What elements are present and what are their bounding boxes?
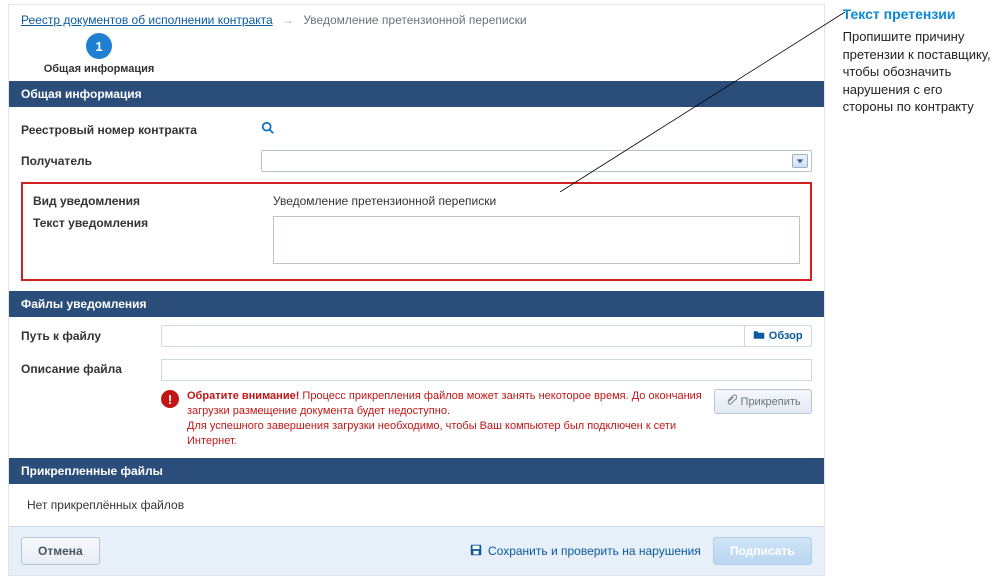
notice-type-value: Уведомление претензионной переписки: [273, 194, 800, 208]
recipient-label: Получатель: [21, 154, 261, 168]
footer-bar: Отмена Сохранить и проверить на нарушени…: [9, 526, 824, 575]
file-desc-label: Описание файла: [21, 359, 155, 376]
field-file-path: Путь к файлу Обзор: [9, 317, 824, 355]
file-desc-input[interactable]: [161, 359, 812, 381]
field-notice-type: Вид уведомления Уведомление претензионно…: [33, 190, 800, 212]
callout-title: Текст претензии: [843, 6, 992, 22]
field-reg-number: Реестровый номер контракта: [21, 115, 812, 144]
reg-number-label: Реестровый номер контракта: [21, 123, 261, 137]
step-badge-1: 1: [86, 33, 112, 59]
callout-panel: Текст претензии Пропишите причину претен…: [843, 4, 992, 576]
save-check-link[interactable]: Сохранить и проверить на нарушения: [469, 543, 701, 560]
main-panel: Реестр документов об исполнении контракт…: [8, 4, 825, 576]
notice-text-label: Текст уведомления: [33, 216, 273, 230]
breadcrumb-current: Уведомление претензионной переписки: [303, 13, 526, 27]
breadcrumb: Реестр документов об исполнении контракт…: [9, 5, 824, 33]
field-notice-text: Текст уведомления: [33, 212, 800, 271]
save-icon: [469, 543, 483, 560]
field-recipient: Получатель: [21, 144, 812, 178]
warning-icon: !: [161, 390, 179, 408]
wizard-steps: 1 Общая информация: [9, 33, 824, 81]
section-header-files: Файлы уведомления: [9, 291, 824, 317]
paperclip-icon: [725, 394, 737, 409]
attached-empty-text: Нет прикреплённых файлов: [9, 484, 824, 526]
recipient-select[interactable]: [261, 150, 812, 172]
search-icon[interactable]: [261, 121, 277, 137]
notice-type-label: Вид уведомления: [33, 194, 273, 208]
notice-text-textarea[interactable]: [273, 216, 800, 264]
section-header-attached: Прикрепленные файлы: [9, 458, 824, 484]
chevron-down-icon: [792, 154, 808, 168]
submit-button[interactable]: Подписать: [713, 537, 812, 565]
attach-button[interactable]: Прикрепить: [714, 389, 812, 414]
file-path-label: Путь к файлу: [21, 329, 155, 343]
warning-text: Обратите внимание! Процесс прикрепления …: [187, 389, 706, 448]
breadcrumb-root-link[interactable]: Реестр документов об исполнении контракт…: [21, 13, 273, 27]
field-file-desc: Описание файла ! Обратите внимание! Проц…: [9, 355, 824, 458]
step-label-1: Общая информация: [39, 63, 159, 75]
folder-icon: [753, 329, 765, 344]
file-path-input[interactable]: Обзор: [161, 325, 812, 347]
callout-body: Пропишите причину претензии к поставщику…: [843, 28, 992, 116]
section-header-general: Общая информация: [9, 81, 824, 107]
cancel-button[interactable]: Отмена: [21, 537, 100, 565]
browse-button[interactable]: Обзор: [744, 326, 811, 346]
highlighted-area: Вид уведомления Уведомление претензионно…: [21, 182, 812, 281]
chevron-right-icon: →: [282, 13, 294, 27]
